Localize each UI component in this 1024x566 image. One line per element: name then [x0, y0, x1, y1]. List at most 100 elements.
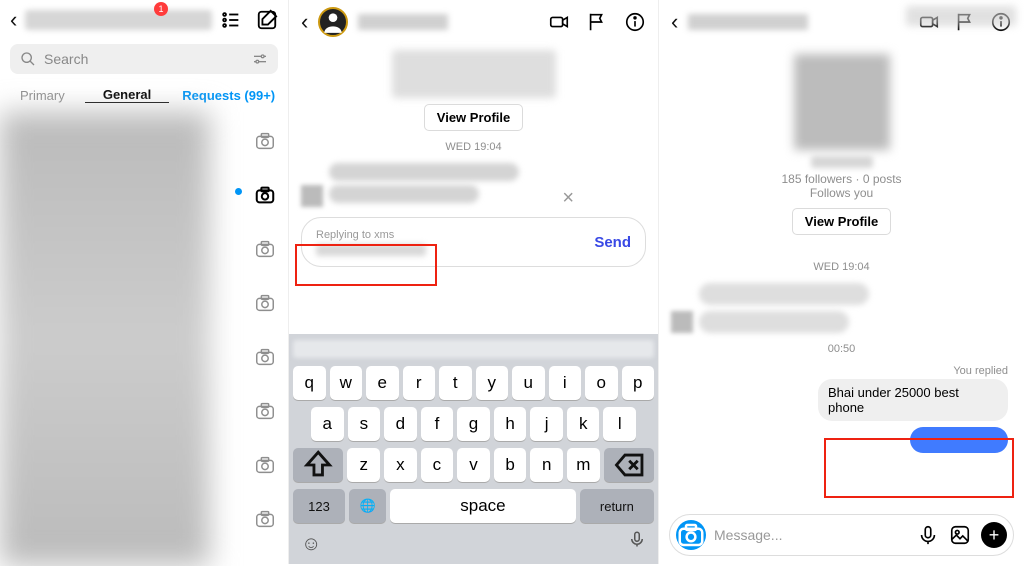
annotation-highlight	[295, 244, 437, 286]
you-replied-label: You replied	[659, 365, 1008, 377]
view-profile-button[interactable]: View Profile	[792, 208, 891, 235]
message-placeholder: Message...	[714, 527, 909, 543]
key-i[interactable]: i	[549, 366, 582, 400]
reply-quote-bubble: Bhai under 25000 best phone	[818, 379, 1008, 421]
profile-name-blur	[811, 156, 873, 168]
keyboard-row-3: zxcvbnm	[293, 448, 654, 482]
conversation-list	[0, 112, 288, 566]
numbers-key[interactable]: 123	[293, 489, 345, 523]
gallery-icon[interactable]	[949, 524, 971, 546]
close-reply-icon[interactable]: ×	[562, 187, 574, 210]
message-input-bar[interactable]: Message... +	[669, 514, 1014, 556]
flag-icon[interactable]	[586, 11, 608, 33]
key-p[interactable]: p	[622, 366, 655, 400]
camera-icon[interactable]	[254, 508, 276, 530]
message-row	[289, 163, 658, 207]
list-icon[interactable]	[220, 9, 242, 31]
key-l[interactable]: l	[603, 407, 636, 441]
message-blur	[699, 311, 849, 333]
avatar-mini	[301, 185, 323, 207]
unread-dot	[235, 188, 242, 195]
key-m[interactable]: m	[567, 448, 600, 482]
message-row	[671, 311, 1012, 333]
account-name-blur	[25, 10, 212, 30]
notification-badge: 1	[154, 2, 168, 16]
key-a[interactable]: a	[311, 407, 344, 441]
camera-icon[interactable]	[254, 130, 276, 152]
video-icon[interactable]	[548, 11, 570, 33]
camera-icon[interactable]	[254, 292, 276, 314]
shift-key[interactable]	[293, 448, 343, 482]
camera-icon[interactable]	[254, 238, 276, 260]
key-y[interactable]: y	[476, 366, 509, 400]
keyboard-row-1: qwertyuiop	[293, 366, 654, 400]
camera-icon[interactable]	[254, 346, 276, 368]
add-button[interactable]: +	[981, 522, 1007, 548]
avatar[interactable]	[318, 7, 348, 37]
key-q[interactable]: q	[293, 366, 326, 400]
key-w[interactable]: w	[330, 366, 363, 400]
key-j[interactable]: j	[530, 407, 563, 441]
globe-key[interactable]: 🌐	[349, 489, 386, 523]
filter-icon[interactable]	[252, 51, 268, 67]
avatar-mini	[671, 311, 693, 333]
keyboard-row-4: 123 🌐 space return	[293, 489, 654, 523]
camera-icon[interactable]	[254, 400, 276, 422]
key-d[interactable]: d	[384, 407, 417, 441]
timestamp: WED 19:04	[289, 141, 658, 153]
key-o[interactable]: o	[585, 366, 618, 400]
camera-icon[interactable]	[254, 454, 276, 476]
replying-to-label: Replying to xms	[316, 228, 426, 242]
key-h[interactable]: h	[494, 407, 527, 441]
return-key[interactable]: return	[580, 489, 654, 523]
message-blur	[329, 185, 479, 203]
mic-icon[interactable]	[917, 524, 939, 546]
inbox-header: ‹ 1	[0, 0, 288, 40]
search-placeholder: Search	[44, 51, 88, 67]
back-icon[interactable]: ‹	[10, 7, 17, 33]
profile-blur	[392, 50, 556, 98]
key-n[interactable]: n	[530, 448, 563, 482]
timestamp-small: 00:50	[659, 343, 1024, 355]
key-x[interactable]: x	[384, 448, 417, 482]
chat-panel-reply: ‹ View Profile WED 19:04 × Replying to x…	[289, 0, 659, 564]
key-c[interactable]: c	[421, 448, 454, 482]
space-key[interactable]: space	[390, 489, 576, 523]
key-f[interactable]: f	[421, 407, 454, 441]
key-t[interactable]: t	[439, 366, 472, 400]
back-icon[interactable]: ‹	[301, 9, 308, 35]
annotation-highlight	[824, 438, 1014, 498]
key-g[interactable]: g	[457, 407, 490, 441]
back-icon[interactable]: ‹	[671, 9, 678, 35]
info-icon[interactable]	[624, 11, 646, 33]
profile-card: View Profile	[289, 50, 658, 131]
mic-icon[interactable]	[628, 528, 646, 556]
watermark-blur	[906, 6, 1016, 26]
key-z[interactable]: z	[347, 448, 380, 482]
message-blur	[699, 283, 869, 305]
emoji-icon[interactable]: ☺	[301, 533, 321, 556]
key-u[interactable]: u	[512, 366, 545, 400]
send-button[interactable]: Send	[594, 234, 631, 251]
search-input[interactable]: Search	[10, 44, 278, 74]
key-s[interactable]: s	[348, 407, 381, 441]
view-profile-button[interactable]: View Profile	[424, 104, 523, 131]
compose-icon[interactable]	[256, 9, 278, 31]
tab-primary[interactable]: Primary	[0, 88, 85, 103]
key-r[interactable]: r	[403, 366, 436, 400]
key-b[interactable]: b	[494, 448, 527, 482]
tab-requests[interactable]: Requests (99+)	[169, 88, 288, 103]
tab-general[interactable]: General	[85, 87, 170, 103]
message-blur	[329, 163, 519, 181]
inbox-panel: ‹ 1 Search Primary General Requests (99+…	[0, 0, 289, 564]
keyboard: qwertyuiop asdfghjkl zxcvbnm 123 🌐 space…	[289, 334, 658, 564]
timestamp: WED 19:04	[659, 261, 1024, 273]
key-k[interactable]: k	[567, 407, 600, 441]
key-v[interactable]: v	[457, 448, 490, 482]
camera-icon[interactable]	[254, 184, 276, 206]
key-e[interactable]: e	[366, 366, 399, 400]
backspace-key[interactable]	[604, 448, 654, 482]
camera-button[interactable]	[676, 520, 706, 550]
keyboard-row-2: asdfghjkl	[293, 407, 654, 441]
chat-panel-result: ‹ 185 followers · 0 posts Follows you Vi…	[659, 0, 1024, 564]
